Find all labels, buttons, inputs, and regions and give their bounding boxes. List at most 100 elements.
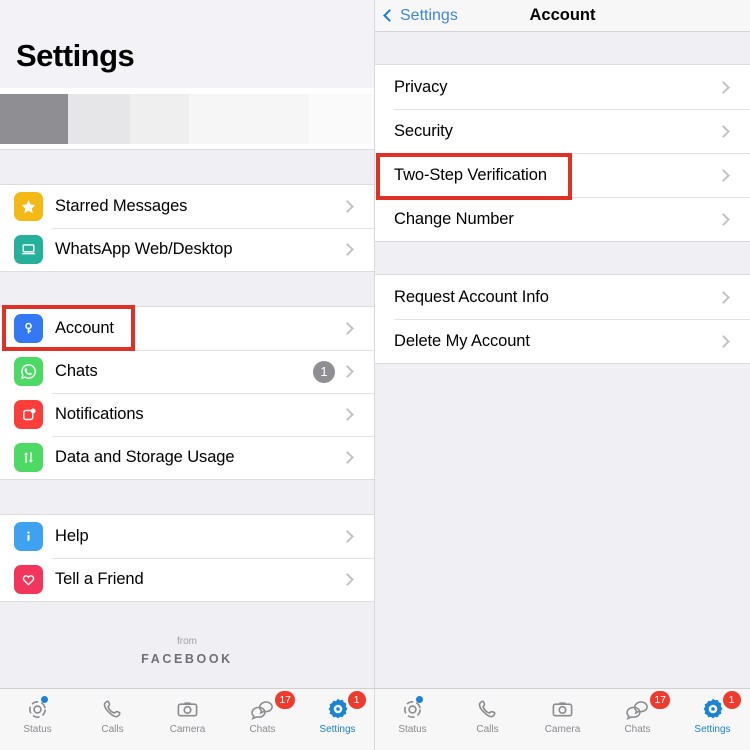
status-new-dot	[41, 696, 48, 703]
tab-label: Status	[23, 724, 52, 735]
account-gap-1	[375, 32, 750, 64]
tab-bar-right: Status Calls Camera 17 Chats 1 Settings	[375, 688, 750, 750]
account-group-2: Request Account Info Delete My Account	[375, 274, 750, 364]
account-item-request-account-info[interactable]: Request Account Info	[375, 275, 750, 319]
account-item-label: Request Account Info	[394, 287, 549, 306]
sidebar-item-tell-a-friend[interactable]: Tell a Friend	[0, 558, 374, 601]
phone-icon	[476, 695, 499, 723]
chevron-right-icon	[341, 530, 354, 543]
navigation-bar: Settings Account	[375, 0, 750, 32]
sidebar-item-data-storage-usage[interactable]: Data and Storage Usage	[0, 436, 374, 479]
footer-from-label: from	[177, 636, 197, 647]
chevron-right-icon	[717, 290, 730, 304]
settings-screen: Settings Starred Messages WhatsApp Web/D…	[0, 0, 375, 750]
blank-redaction	[189, 93, 310, 144]
tab-label: Settings	[694, 724, 731, 735]
sidebar-item-label: Help	[55, 527, 89, 545]
tab-settings[interactable]: 1 Settings	[675, 691, 750, 735]
status-redaction	[129, 93, 190, 144]
tab-label: Settings	[319, 724, 356, 735]
sidebar-item-label: Notifications	[55, 405, 144, 423]
tab-label: Status	[398, 724, 427, 735]
whatsapp-icon	[14, 357, 43, 386]
chevron-right-icon	[341, 322, 354, 335]
chat-bubbles-icon: 17	[250, 691, 295, 723]
notification-icon	[14, 400, 43, 429]
name-redaction	[67, 93, 130, 144]
sidebar-item-account[interactable]: Account	[0, 307, 374, 350]
tab-calls[interactable]: Calls	[75, 695, 150, 735]
account-item-delete-my-account[interactable]: Delete My Account	[375, 319, 750, 363]
gear-icon: 1	[701, 691, 741, 723]
tab-status[interactable]: Status	[0, 695, 75, 735]
data-usage-icon	[14, 443, 43, 472]
section-gap-3	[0, 480, 374, 514]
tab-label: Camera	[544, 724, 581, 735]
chats-unread-badge: 17	[275, 691, 295, 709]
heart-icon	[14, 565, 43, 594]
sidebar-item-whatsapp-web[interactable]: WhatsApp Web/Desktop	[0, 228, 374, 271]
tab-label: Chats	[249, 724, 276, 735]
tab-camera[interactable]: Camera	[525, 695, 600, 735]
chevron-right-icon	[341, 573, 354, 586]
chevron-right-icon	[717, 80, 730, 94]
sidebar-item-label: Chats	[55, 362, 98, 380]
chevron-right-icon	[717, 334, 730, 348]
camera-icon	[551, 695, 574, 723]
settings-group-1: Starred Messages WhatsApp Web/Desktop	[0, 184, 374, 272]
tab-camera[interactable]: Camera	[150, 695, 225, 735]
tail-redaction	[309, 93, 374, 144]
chevron-right-icon	[341, 200, 354, 213]
settings-badge: 1	[347, 691, 366, 709]
footer-branding: from FACEBOOK	[0, 602, 374, 666]
account-item-label: Security	[394, 121, 453, 140]
sidebar-item-label: Account	[55, 319, 114, 337]
account-item-label: Change Number	[394, 209, 514, 228]
profile-row-redacted[interactable]	[0, 88, 374, 150]
account-item-security[interactable]: Security	[375, 109, 750, 153]
tab-chats[interactable]: 17 Chats	[225, 691, 300, 735]
account-group-1: Privacy Security Two-Step Verification C…	[375, 64, 750, 242]
tab-settings[interactable]: 1 Settings	[300, 691, 374, 735]
chevron-right-icon	[341, 365, 354, 378]
account-item-label: Delete My Account	[394, 331, 530, 350]
status-icon	[26, 695, 49, 723]
sidebar-item-label: Starred Messages	[55, 197, 188, 215]
status-icon	[401, 695, 424, 723]
sidebar-item-chats[interactable]: Chats 1	[0, 350, 374, 393]
laptop-icon	[14, 235, 43, 264]
key-icon	[14, 314, 43, 343]
tab-chats[interactable]: 17 Chats	[600, 691, 675, 735]
page-title: Settings	[16, 38, 135, 73]
account-item-change-number[interactable]: Change Number	[375, 197, 750, 241]
tab-label: Chats	[624, 724, 651, 735]
chevron-right-icon	[717, 168, 730, 182]
chevron-right-icon	[717, 212, 730, 226]
dual-screenshot-composite: Settings Starred Messages WhatsApp Web/D…	[0, 0, 750, 750]
account-screen: Settings Account Privacy Security Two-St…	[375, 0, 750, 750]
tab-status[interactable]: Status	[375, 695, 450, 735]
account-item-two-step-verification[interactable]: Two-Step Verification	[375, 153, 750, 197]
sidebar-item-help[interactable]: Help	[0, 515, 374, 558]
chats-count-badge: 1	[313, 360, 335, 383]
chevron-right-icon	[341, 243, 354, 256]
account-item-privacy[interactable]: Privacy	[375, 65, 750, 109]
tab-bar-left: Status Calls Camera 17 Chats 1 Settings	[0, 688, 374, 750]
chevron-right-icon	[341, 408, 354, 421]
tab-label: Calls	[476, 724, 499, 735]
chats-unread-badge: 17	[650, 691, 670, 709]
settings-title-bar: Settings	[0, 0, 374, 88]
gear-icon: 1	[326, 691, 366, 723]
nav-title: Account	[529, 6, 596, 24]
sidebar-item-notifications[interactable]: Notifications	[0, 393, 374, 436]
sidebar-item-label: Tell a Friend	[55, 570, 144, 588]
tab-calls[interactable]: Calls	[450, 695, 525, 735]
phone-icon	[101, 695, 124, 723]
settings-group-3: Help Tell a Friend	[0, 514, 374, 602]
sidebar-item-starred-messages[interactable]: Starred Messages	[0, 185, 374, 228]
section-gap-1	[0, 150, 374, 184]
sidebar-item-label: Data and Storage Usage	[55, 448, 235, 466]
avatar-redaction	[0, 93, 68, 144]
chat-bubbles-icon: 17	[625, 691, 670, 723]
status-new-dot	[416, 696, 423, 703]
